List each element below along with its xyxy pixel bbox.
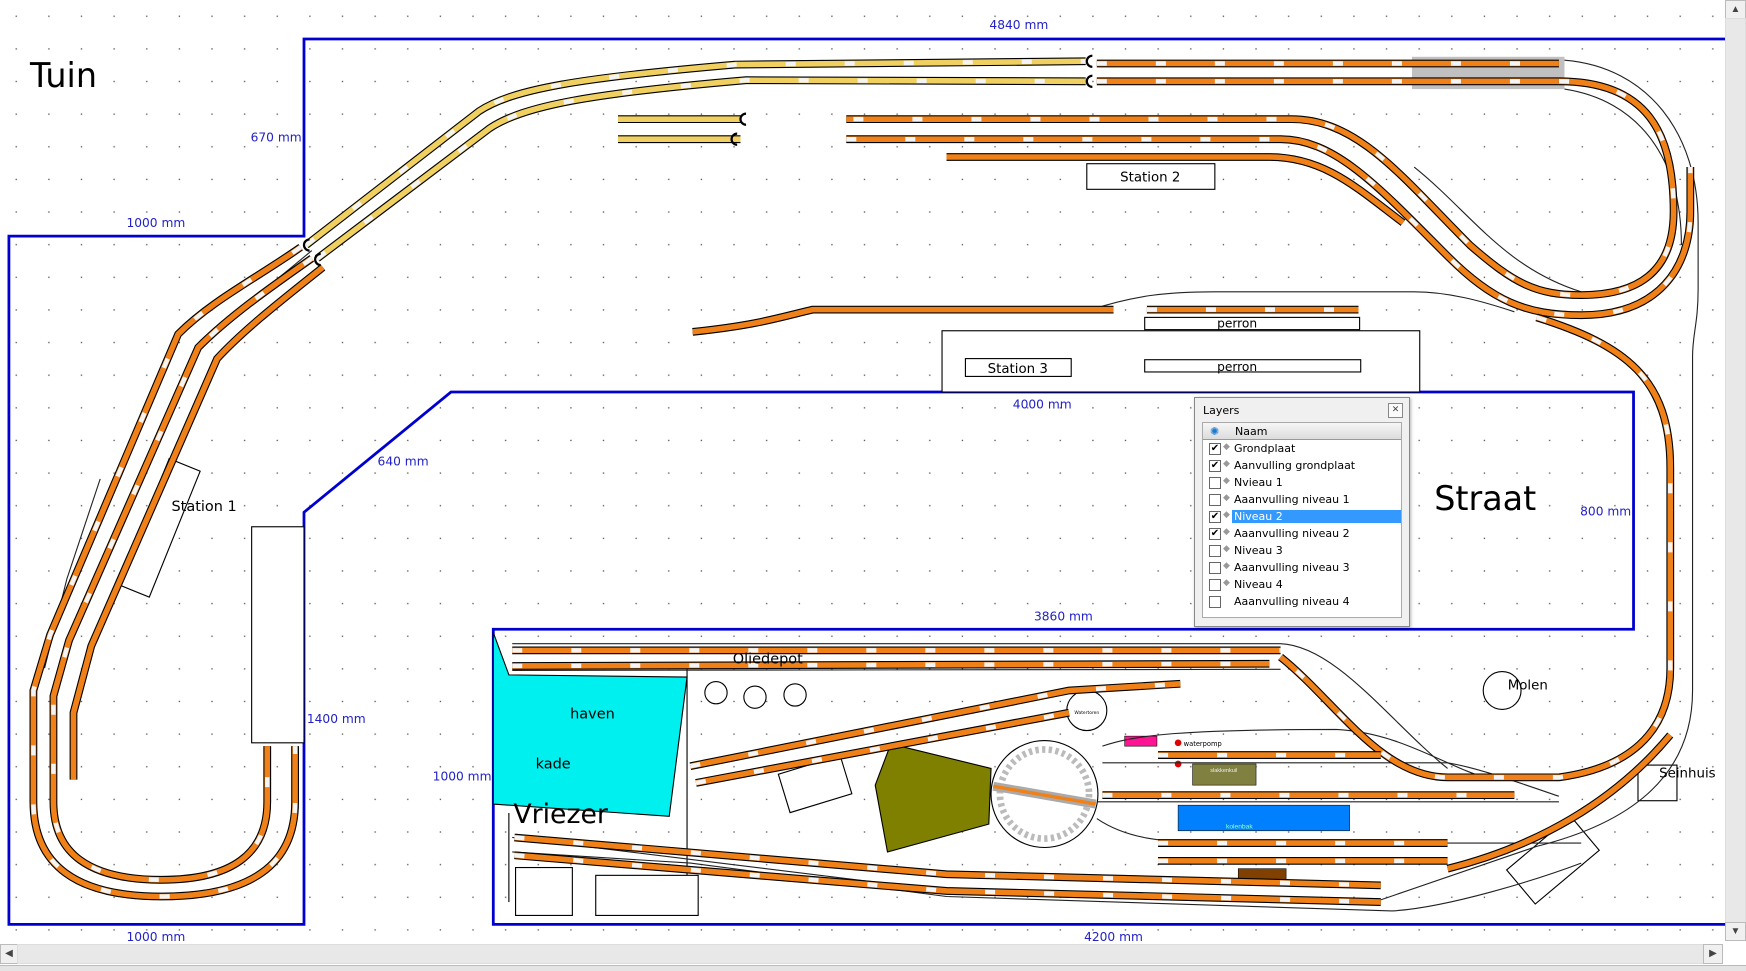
- layer-checkbox[interactable]: [1209, 477, 1221, 489]
- dimension-top: 4840 mm: [989, 18, 1048, 32]
- area-label-vriezer: Vriezer: [513, 799, 608, 830]
- layer-checkbox[interactable]: [1209, 579, 1221, 591]
- layer-checkbox[interactable]: [1209, 596, 1221, 608]
- arrow-right-icon[interactable]: ▶: [1703, 944, 1723, 964]
- layer-dot-icon: ◆: [1223, 544, 1230, 554]
- layer-row[interactable]: Aaanvulling niveau 4: [1203, 593, 1401, 610]
- dimension-left-top: 670 mm: [251, 130, 302, 144]
- label-kolenbak: kolenbak: [1226, 824, 1253, 831]
- layer-checkbox[interactable]: ✔: [1209, 443, 1221, 455]
- layer-label: Aaanvulling niveau 2: [1234, 527, 1350, 540]
- layer-row[interactable]: ◆ Aaanvulling niveau 1: [1203, 491, 1401, 508]
- layer-label: Aaanvulling niveau 3: [1234, 561, 1350, 574]
- label-station1: Station 1: [171, 499, 236, 515]
- label-waterpomp: waterpomp: [1184, 740, 1222, 748]
- layer-checkbox[interactable]: [1209, 494, 1221, 506]
- layer-dot-icon: ◆: [1223, 476, 1230, 486]
- dimension-bottom-left: 1000 mm: [126, 930, 185, 944]
- layer-dot-icon: ◆: [1223, 510, 1230, 520]
- vertical-scrollbar[interactable]: [1725, 18, 1746, 924]
- layer-label: Grondplaat: [1234, 442, 1296, 455]
- layer-label: Niveau 4: [1234, 578, 1283, 591]
- layer-checkbox[interactable]: ✔: [1209, 511, 1221, 523]
- oil-tank: [783, 683, 807, 707]
- layer-dot-icon: ◆: [1223, 561, 1230, 571]
- layer-dot-icon: ◆: [1223, 527, 1230, 537]
- label-perron-2: perron: [1217, 360, 1257, 374]
- layer-dot-icon: ◆: [1223, 493, 1230, 503]
- dimension-left-step: 1000 mm: [126, 216, 185, 230]
- kolenbak-box: [1177, 804, 1350, 832]
- layer-checkbox[interactable]: ✔: [1209, 460, 1221, 472]
- layer-label: Aaanvulling niveau 4: [1234, 595, 1350, 608]
- column-naam: Naam: [1235, 425, 1268, 438]
- layer-label: Niveau 3: [1234, 544, 1283, 557]
- status-bar: [0, 965, 1746, 971]
- label-watertoren: Watertoren: [1074, 710, 1099, 716]
- label-molen: Molen: [1508, 678, 1548, 693]
- layer-label: Aanvulling grondplaat: [1234, 459, 1356, 472]
- layer-row[interactable]: ✔ ◆ Aanvulling grondplaat: [1203, 457, 1401, 474]
- red-dot: [1174, 760, 1182, 768]
- layer-row[interactable]: ◆ Aaanvulling niveau 3: [1203, 559, 1401, 576]
- dimension-bottom: 4200 mm: [1084, 930, 1143, 944]
- layer-dot-icon: ◆: [1223, 442, 1230, 452]
- label-kade: kade: [536, 756, 571, 772]
- layer-checkbox[interactable]: ✔: [1209, 528, 1221, 540]
- layer-row[interactable]: ✔ ◆ Niveau 2: [1203, 508, 1401, 525]
- label-haven: haven: [570, 706, 615, 722]
- label-seinhuis: Seinhuis: [1659, 766, 1716, 781]
- arrow-up-icon[interactable]: ▲: [1725, 0, 1746, 19]
- oil-tank: [704, 681, 728, 705]
- building-bottom-2: [595, 874, 699, 916]
- oil-tank: [743, 685, 767, 709]
- label-slakkenkuil: slakkenkuil: [1210, 768, 1237, 774]
- horizontal-scrollbar[interactable]: [17, 944, 1713, 964]
- layer-row[interactable]: ◆ Niveau 4: [1203, 576, 1401, 593]
- dimension-inner-right: 800 mm: [1580, 505, 1631, 519]
- layer-label: Nvieau 1: [1234, 476, 1283, 489]
- layer-row[interactable]: ◆ Niveau 3: [1203, 542, 1401, 559]
- dimension-lower-left: 1000 mm: [433, 770, 492, 784]
- layer-dot-icon: ◆: [1223, 459, 1230, 469]
- arrow-left-icon[interactable]: ◀: [0, 944, 18, 964]
- dimension-inner-top: 4000 mm: [1013, 398, 1072, 412]
- area-label-straat: Straat: [1434, 479, 1536, 518]
- close-icon[interactable]: ✕: [1388, 403, 1403, 418]
- layer-label: Aaanvulling niveau 1: [1234, 493, 1350, 506]
- layer-dot-icon: ◆: [1223, 578, 1230, 588]
- layer-row[interactable]: ◆ Nvieau 1: [1203, 474, 1401, 491]
- red-dot: [1174, 739, 1182, 747]
- layer-checkbox[interactable]: [1209, 562, 1221, 574]
- area-label-tuin: Tuin: [29, 56, 97, 95]
- dimension-left-inner: 1400 mm: [307, 712, 366, 726]
- layer-row[interactable]: ✔ ◆ Aaanvulling niveau 2: [1203, 525, 1401, 542]
- label-perron-1: perron: [1217, 316, 1257, 330]
- arrow-down-icon[interactable]: ▼: [1725, 922, 1746, 941]
- visibility-icon: ✺: [1210, 425, 1220, 438]
- layer-label: Niveau 2: [1232, 510, 1401, 523]
- layer-row[interactable]: ✔ ◆ Grondplaat: [1203, 440, 1401, 457]
- platform-left: [251, 526, 305, 744]
- building-bottom-1: [515, 866, 573, 916]
- layers-panel: Layers ✕ ✺ Naam ✔ ◆ Grondplaat ✔ ◆ Aanvullin…: [1194, 397, 1410, 627]
- dimension-diagonal: 640 mm: [378, 455, 429, 469]
- dimension-inner-bottom: 3860 mm: [1034, 609, 1093, 623]
- label-station2: Station 2: [1120, 171, 1180, 186]
- label-station3: Station 3: [988, 362, 1048, 377]
- layers-column-header[interactable]: ✺ Naam: [1203, 423, 1401, 440]
- layout-canvas[interactable]: 4840 mm 670 mm 1000 mm 640 mm 4000 mm 80…: [0, 0, 1746, 970]
- label-oliedepot: Oliedepot: [733, 652, 803, 668]
- layers-list: ✺ Naam ✔ ◆ Grondplaat ✔ ◆ Aanvulling grondpl…: [1202, 422, 1402, 618]
- layers-panel-title: Layers: [1203, 404, 1240, 417]
- layer-checkbox[interactable]: [1209, 545, 1221, 557]
